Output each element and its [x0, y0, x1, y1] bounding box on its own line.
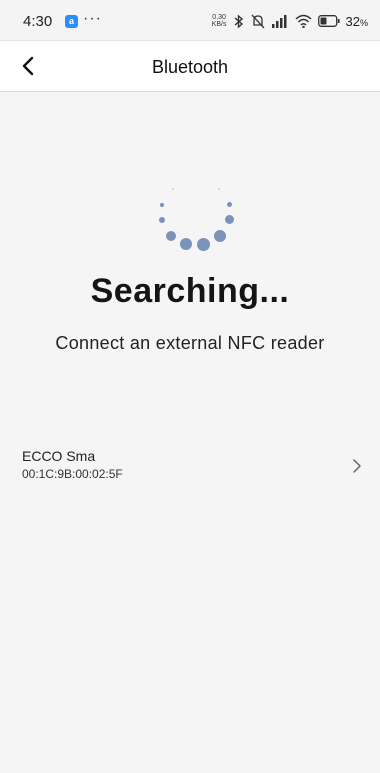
spinner-dot	[225, 215, 234, 224]
spinner-dot	[180, 238, 192, 250]
searching-subtitle: Connect an external NFC reader	[55, 333, 325, 353]
network-speed-unit: KB/s	[211, 21, 227, 28]
device-address: 00:1C:9B:00:02:5F	[22, 467, 123, 481]
navigation-bar: Bluetooth	[0, 41, 380, 92]
bluetooth-icon	[234, 13, 243, 29]
app-notification-icon: a	[65, 15, 78, 28]
mute-icon	[251, 14, 264, 28]
page-title: Bluetooth	[151, 57, 229, 77]
searching-title: Searching...	[90, 272, 290, 310]
spinner-dot	[159, 217, 165, 223]
more-notifications-icon: ···	[83, 10, 102, 27]
spinner-dot	[227, 202, 232, 207]
device-list-item[interactable]: ECCO Sma 00:1C:9B:00:02:5F	[0, 440, 380, 492]
spinner-dot	[160, 203, 164, 207]
spinner-dot	[214, 230, 226, 242]
status-bar: 4:30 a ··· 0.30 KB/s 32%	[0, 0, 380, 41]
signal-icon	[271, 15, 287, 28]
battery-icon	[317, 15, 340, 27]
app-screen: 4:30 a ··· 0.30 KB/s 32% Bluetooth Searc…	[0, 0, 380, 773]
spinner-dot	[172, 188, 174, 190]
spinner-dot	[197, 238, 210, 251]
spinner-dot	[218, 188, 220, 190]
status-time: 4:30	[23, 13, 53, 30]
status-icons: 0.30 KB/s 32%	[212, 12, 368, 30]
battery-percentage: 32%	[345, 13, 368, 29]
wifi-icon	[295, 14, 312, 28]
network-speed: 0.30 KB/s	[212, 14, 227, 28]
device-name: ECCO Sma	[22, 448, 96, 464]
spinner-dot	[166, 231, 176, 241]
network-speed-value: 0.30	[212, 14, 226, 21]
chevron-right-icon	[353, 459, 361, 473]
loading-spinner-icon	[155, 175, 245, 265]
